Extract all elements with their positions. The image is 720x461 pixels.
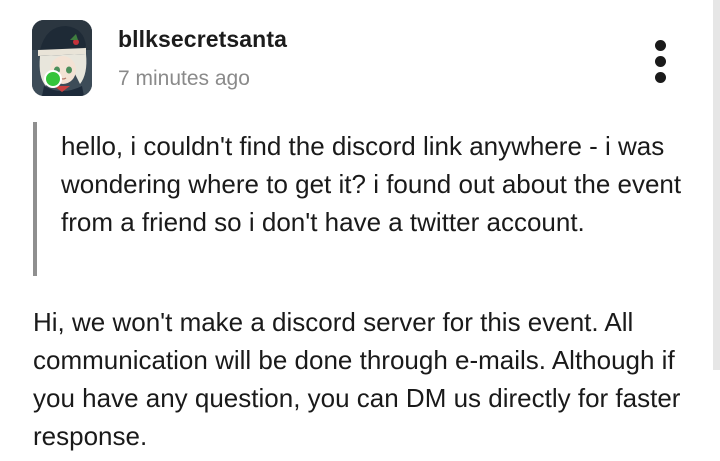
quoted-message: hello, i couldn't find the discord link … <box>33 122 693 276</box>
username[interactable]: bllksecretsanta <box>118 26 287 53</box>
reply-message: Hi, we won't make a discord server for t… <box>33 307 681 451</box>
post-timestamp: 7 minutes ago <box>118 67 250 90</box>
more-vertical-icon-dot <box>655 56 666 67</box>
online-status-indicator <box>44 70 62 88</box>
anime-avatar-icon <box>32 20 92 96</box>
more-vertical-icon-dot <box>655 72 666 83</box>
more-options-button[interactable] <box>648 36 674 86</box>
avatar[interactable] <box>32 20 92 96</box>
more-vertical-icon <box>655 40 666 51</box>
comment-post: bllksecretsanta 7 minutes ago hello, i c… <box>0 0 720 461</box>
avatar-container[interactable] <box>32 20 94 98</box>
scroll-edge <box>713 0 720 370</box>
